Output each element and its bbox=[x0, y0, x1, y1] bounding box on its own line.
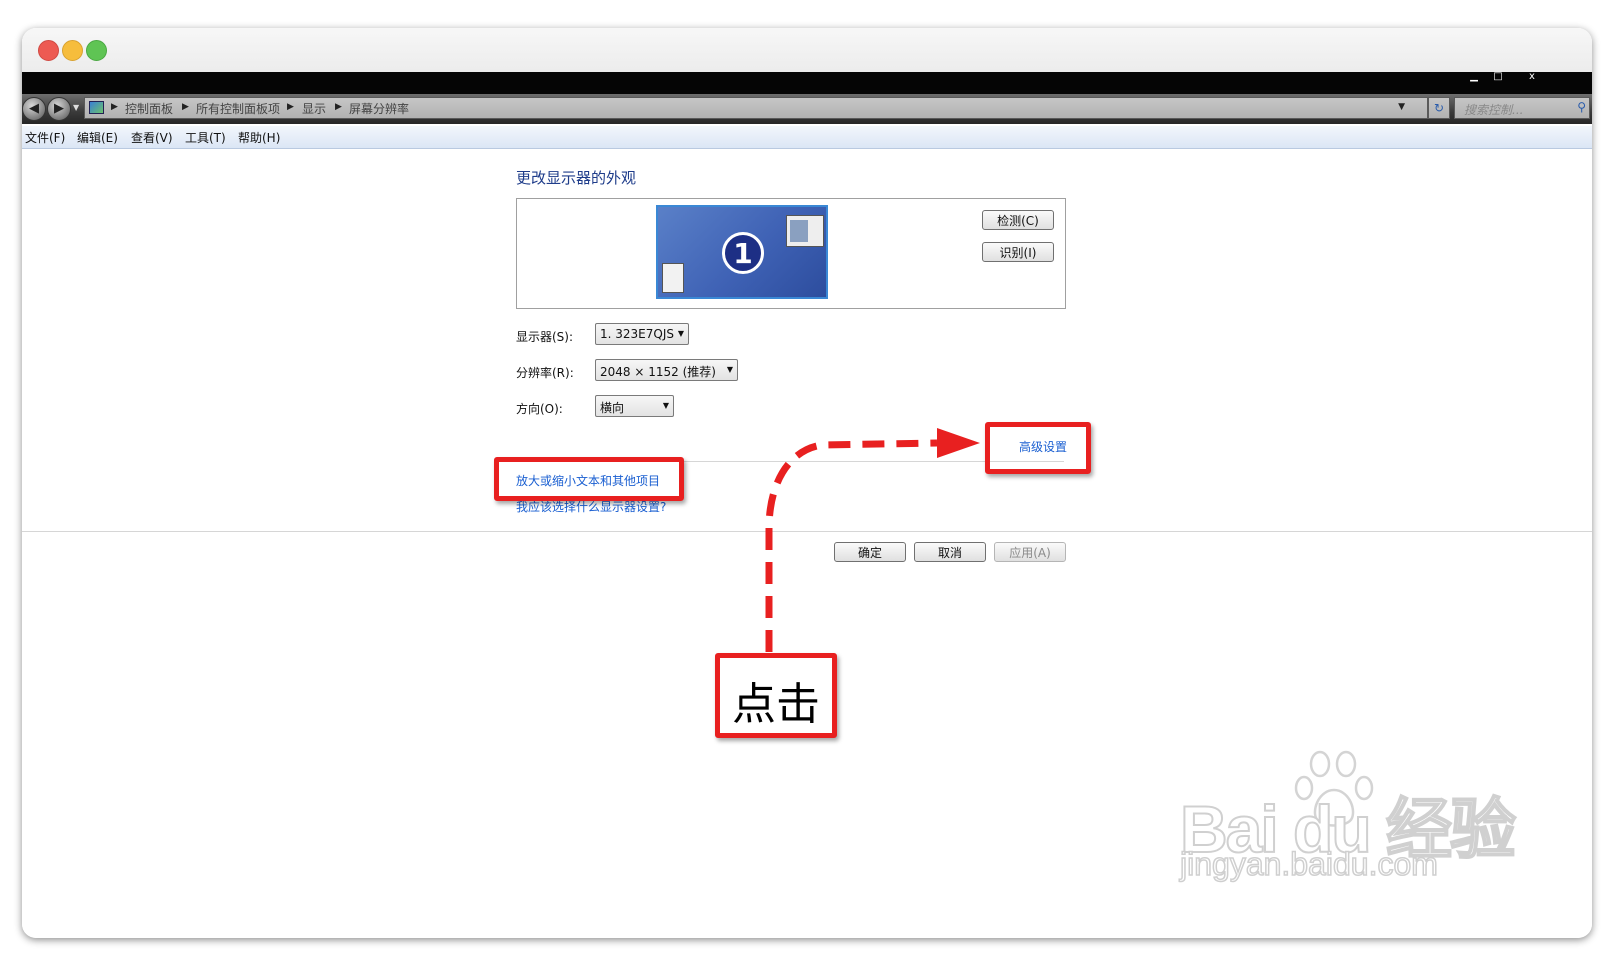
recent-pages-dropdown-icon[interactable]: ▼ bbox=[73, 103, 79, 112]
click-annotation: 点击 bbox=[715, 653, 837, 738]
refresh-button[interactable]: ↻ bbox=[1428, 97, 1450, 119]
address-bar[interactable]: ▶ 控制面板 ▶ 所有控制面板项 ▶ 显示 ▶ 屏幕分辨率 ▼ bbox=[84, 97, 1428, 119]
baidu-watermark: Bai du 经验 jingyan.baidu.com bbox=[1179, 750, 1517, 890]
menu-edit[interactable]: 编辑(E) bbox=[77, 129, 118, 146]
forward-button[interactable]: ▶ bbox=[47, 97, 71, 121]
breadcrumb-all-items[interactable]: 所有控制面板项 bbox=[196, 100, 280, 117]
back-button[interactable]: ◀ bbox=[22, 97, 46, 121]
arrow-head-icon bbox=[937, 428, 980, 458]
breadcrumb-separator-icon[interactable]: ▶ bbox=[111, 102, 118, 112]
search-input[interactable]: 搜索控制... bbox=[1464, 101, 1523, 118]
breadcrumb-separator-icon[interactable]: ▶ bbox=[335, 102, 342, 112]
menu-bar: 文件(F) 编辑(E) 查看(V) 工具(T) 帮助(H) bbox=[22, 126, 1592, 149]
close-button[interactable]: x bbox=[1516, 72, 1548, 84]
menu-help[interactable]: 帮助(H) bbox=[238, 129, 280, 146]
search-box[interactable]: 搜索控制... ⚲ bbox=[1454, 97, 1590, 119]
click-annotation-text: 点击 bbox=[732, 679, 820, 730]
close-traffic-light[interactable] bbox=[38, 40, 59, 61]
chevron-down-icon[interactable]: ▼ bbox=[1398, 102, 1405, 112]
title-bar bbox=[22, 28, 1592, 72]
search-icon[interactable]: ⚲ bbox=[1577, 100, 1586, 114]
maximize-button[interactable]: □ bbox=[1482, 72, 1514, 84]
breadcrumb-display[interactable]: 显示 bbox=[302, 100, 326, 117]
control-panel-icon bbox=[89, 101, 104, 114]
breadcrumb-separator-icon[interactable]: ▶ bbox=[287, 102, 294, 112]
forward-arrow-icon: ▶ bbox=[54, 101, 64, 116]
breadcrumb-separator-icon[interactable]: ▶ bbox=[182, 102, 189, 112]
back-arrow-icon: ◀ bbox=[29, 101, 39, 116]
watermark-url: jingyan.baidu.com bbox=[1179, 845, 1438, 883]
zoom-traffic-light[interactable] bbox=[86, 40, 107, 61]
menu-tools[interactable]: 工具(T) bbox=[185, 129, 226, 146]
menu-file[interactable]: 文件(F) bbox=[25, 129, 65, 146]
refresh-icon: ↻ bbox=[1433, 101, 1445, 115]
menu-view[interactable]: 查看(V) bbox=[131, 129, 173, 146]
navigation-bar: ◀ ▶ ▼ ▶ 控制面板 ▶ 所有控制面板项 ▶ 显示 ▶ 屏幕分辨率 ▼ ↻ … bbox=[22, 94, 1592, 124]
breadcrumb-screen-resolution[interactable]: 屏幕分辨率 bbox=[349, 100, 409, 117]
minimize-traffic-light[interactable] bbox=[62, 40, 83, 61]
breadcrumb-control-panel[interactable]: 控制面板 bbox=[125, 100, 173, 117]
